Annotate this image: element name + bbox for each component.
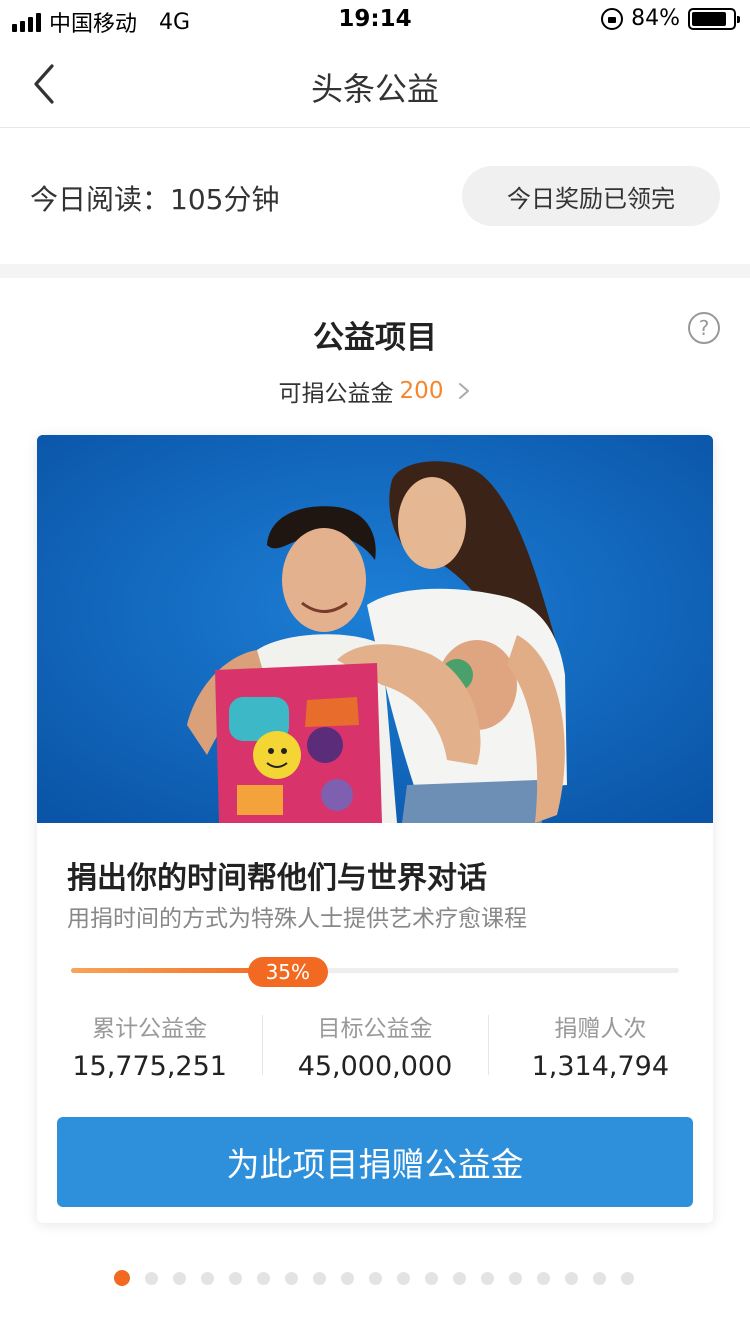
- donatable-funds-label: 可捐公益金: [278, 381, 394, 407]
- project-subtitle: 用捐时间的方式为特殊人士提供艺术疗愈课程: [67, 906, 527, 932]
- help-icon[interactable]: ?: [688, 312, 720, 344]
- stat-target: 目标公益金 45,000,000: [262, 1009, 487, 1082]
- pager-dot[interactable]: [313, 1271, 326, 1285]
- donate-button[interactable]: 为此项目捐赠公益金: [57, 1117, 693, 1207]
- battery-icon: [688, 7, 740, 30]
- pager-dot[interactable]: [341, 1271, 354, 1285]
- pager-dot[interactable]: [453, 1271, 466, 1285]
- battery-percent: 84%: [631, 6, 680, 31]
- pager-dot[interactable]: [369, 1271, 382, 1285]
- reading-time-label: 今日阅读：105分钟: [30, 183, 280, 216]
- project-photo-illustration: [37, 435, 713, 823]
- status-right: 84%: [601, 6, 740, 31]
- pager-dot[interactable]: [201, 1271, 214, 1285]
- donatable-funds-amount: 200: [399, 378, 444, 404]
- pager-dot[interactable]: [229, 1271, 242, 1285]
- pager-dot[interactable]: [145, 1271, 158, 1285]
- pager-dot[interactable]: [509, 1271, 522, 1285]
- section-divider: [0, 264, 750, 278]
- pager-dot[interactable]: [481, 1271, 494, 1285]
- status-bar: 中国移动 4G 19:14 84%: [0, 0, 750, 40]
- stat-donors: 捐赠人次 1,314,794: [487, 1009, 713, 1082]
- donatable-funds-link[interactable]: 可捐公益金 200: [0, 374, 750, 408]
- chevron-right-icon: [459, 383, 470, 399]
- progress-bar: [71, 968, 679, 973]
- pager-dot[interactable]: [565, 1271, 578, 1285]
- project-stats: 累计公益金 15,775,251 目标公益金 45,000,000 捐赠人次 1…: [37, 1009, 713, 1082]
- battery-fill: [692, 11, 726, 26]
- pager-dot[interactable]: [285, 1271, 298, 1285]
- pager-dot[interactable]: [425, 1271, 438, 1285]
- section-title: 公益项目: [313, 320, 437, 356]
- project-card[interactable]: 捐出你的时间帮他们与世界对话 用捐时间的方式为特殊人士提供艺术疗愈课程 35% …: [37, 435, 713, 1223]
- pager-dot[interactable]: [397, 1271, 410, 1285]
- carousel-pager: [114, 1270, 634, 1286]
- progress-percent-badge: 35%: [247, 957, 328, 987]
- pager-dot[interactable]: [257, 1271, 270, 1285]
- stat-label: 目标公益金: [317, 1016, 433, 1042]
- reading-summary: 今日阅读：105分钟 今日奖励已领完: [0, 128, 750, 264]
- stat-label: 捐赠人次: [554, 1016, 647, 1042]
- pager-dot[interactable]: [173, 1271, 186, 1285]
- rotation-lock-icon: [601, 7, 624, 30]
- pager-dot[interactable]: [621, 1271, 634, 1285]
- project-photo: [37, 435, 713, 823]
- pager-dot[interactable]: [593, 1271, 606, 1285]
- nav-bar: 头条公益: [0, 40, 750, 128]
- stat-value: 15,775,251: [72, 1051, 227, 1082]
- stat-value: 45,000,000: [297, 1051, 453, 1082]
- project-title: 捐出你的时间帮他们与世界对话: [67, 861, 487, 896]
- reward-status-button[interactable]: 今日奖励已领完: [462, 166, 720, 226]
- stat-value: 1,314,794: [531, 1051, 670, 1082]
- stat-accumulated: 累计公益金 15,775,251: [37, 1009, 262, 1082]
- pager-dot-active[interactable]: [114, 1270, 130, 1286]
- stat-label: 累计公益金: [92, 1016, 208, 1042]
- pager-dot[interactable]: [537, 1271, 550, 1285]
- page-title: 头条公益: [310, 70, 439, 108]
